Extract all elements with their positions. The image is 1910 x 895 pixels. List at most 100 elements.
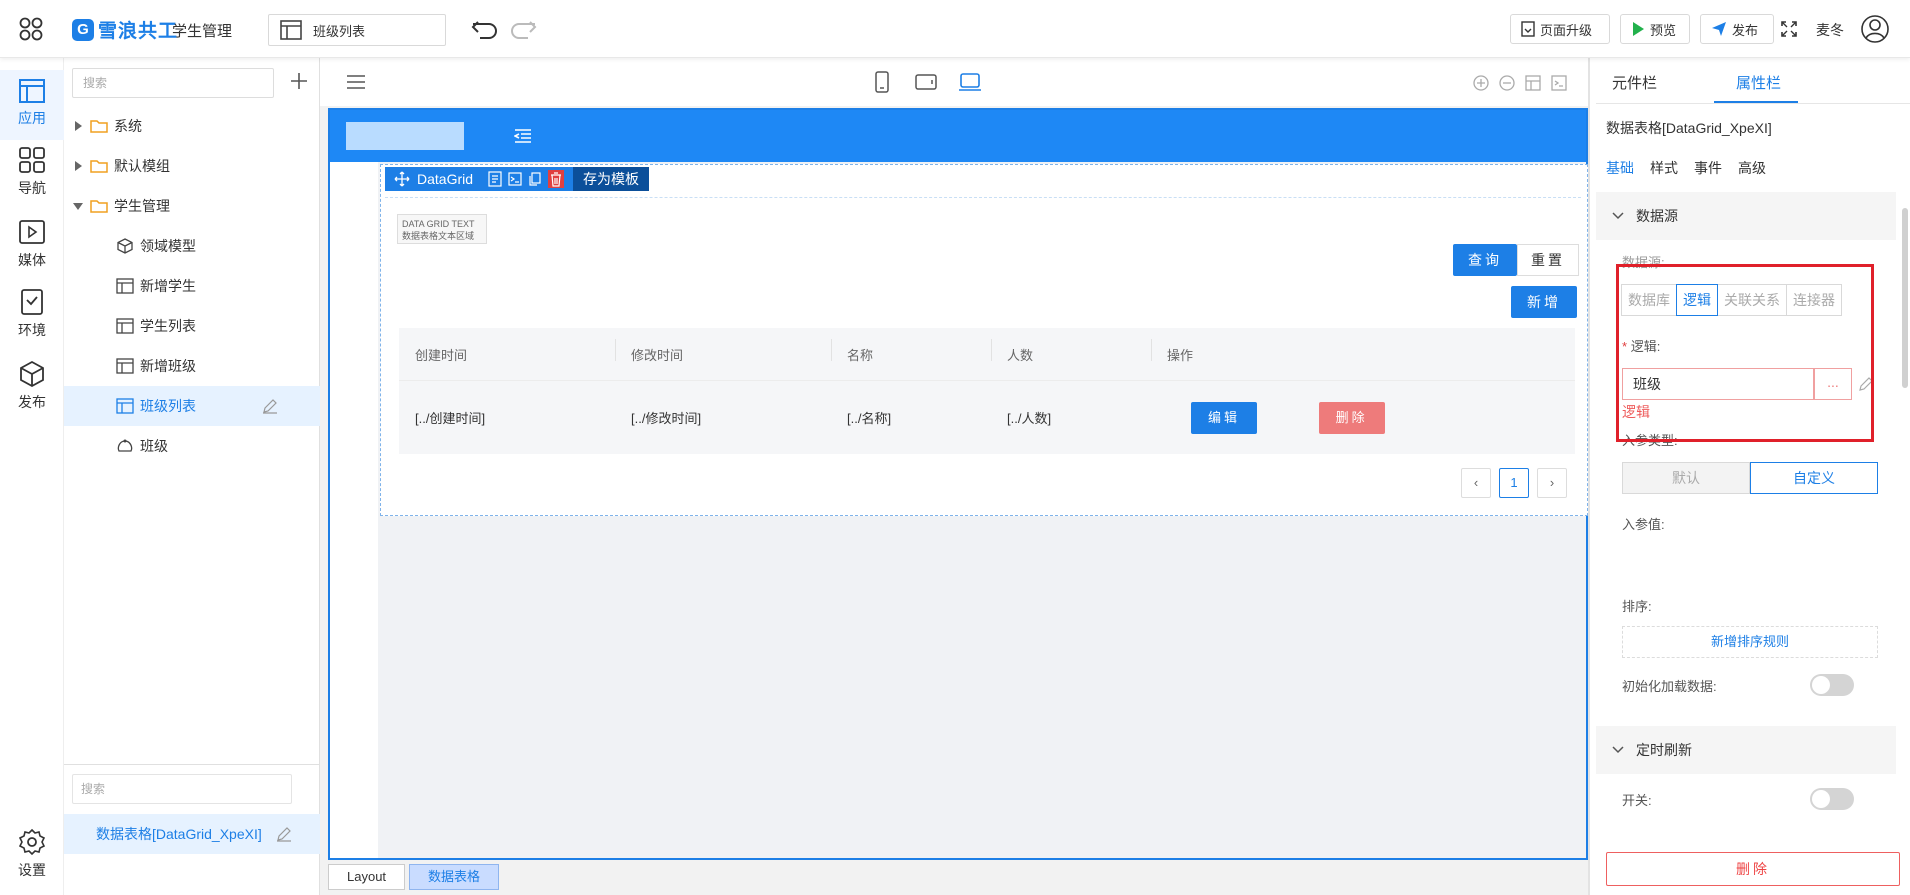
query-button[interactable]: 查询 — [1453, 244, 1517, 276]
tree-item-domain-model[interactable]: 领域模型 — [64, 226, 320, 266]
datasource-option-relation[interactable]: 关联关系 — [1717, 284, 1787, 316]
save-as-template-button[interactable]: 存为模板 — [573, 167, 650, 191]
gear-icon — [18, 828, 46, 856]
rail-item-nav[interactable]: 导航 — [0, 146, 64, 198]
document-icon[interactable] — [488, 171, 502, 187]
datasource-label: 数据源: — [1622, 255, 1665, 270]
caret-right-icon[interactable] — [72, 160, 84, 172]
fullscreen-icon[interactable] — [1780, 20, 1798, 38]
tree-search-input[interactable]: 搜索 — [72, 68, 274, 98]
subtab-advanced[interactable]: 高级 — [1738, 158, 1766, 178]
tablet-device-icon[interactable] — [914, 70, 938, 94]
terminal-icon[interactable] — [508, 172, 522, 186]
publish-button[interactable]: 发布 — [1700, 14, 1774, 44]
component-search-input[interactable]: 搜索 — [72, 774, 292, 804]
tree-item-class-list[interactable]: 班级列表 — [64, 386, 320, 426]
code-icon[interactable] — [1550, 74, 1568, 92]
param-type-default[interactable]: 默认 — [1622, 462, 1750, 494]
tab-components[interactable]: 元件栏 — [1612, 72, 1657, 93]
logic-field[interactable]: 班级 — [1622, 368, 1814, 400]
panel-divider[interactable] — [64, 764, 320, 772]
trash-icon[interactable] — [548, 170, 565, 188]
tree-item-label: 默认模组 — [114, 158, 170, 174]
new-button[interactable]: 新增 — [1511, 286, 1577, 318]
rail-item-app[interactable]: 应用 — [0, 70, 64, 140]
menu-icon[interactable] — [346, 74, 366, 90]
tree-item-class-logic[interactable]: 班级 — [64, 426, 320, 466]
column-header[interactable]: 人数 — [991, 338, 1151, 364]
breadcrumb-item-layout[interactable]: Layout — [328, 864, 406, 890]
page-selector[interactable]: 班级列表 — [268, 14, 446, 46]
column-header[interactable]: 创建时间 — [399, 345, 615, 364]
table-header: 创建时间 修改时间 名称 人数 操作 — [399, 328, 1575, 380]
logic-picker-button[interactable]: ... — [1814, 368, 1852, 400]
column-header[interactable]: 名称 — [831, 338, 991, 364]
rail-item-media[interactable]: 媒体 — [0, 218, 64, 270]
datagrid-drag-handle[interactable]: DataGrid — [385, 167, 479, 191]
subtab-style[interactable]: 样式 — [1650, 158, 1678, 178]
edit-pencil-icon[interactable] — [276, 826, 292, 842]
delete-row-button[interactable]: 删除 — [1318, 401, 1385, 434]
caret-down-icon[interactable] — [72, 200, 84, 212]
init-load-toggle[interactable] — [1810, 674, 1854, 696]
zoom-out-icon[interactable] — [1498, 74, 1516, 92]
subtab-basic[interactable]: 基础 — [1606, 158, 1634, 178]
section-timer-refresh[interactable]: 定时刷新 — [1596, 726, 1896, 774]
design-canvas: DataGrid 存为模板 DATA GRID TEXT 数据表格文本区域 查询… — [320, 58, 1590, 895]
tree-item-add-student[interactable]: 新增学生 — [64, 266, 320, 306]
rail-item-settings[interactable]: 设置 — [0, 828, 64, 880]
edit-button[interactable]: 编辑 — [1191, 401, 1257, 434]
breadcrumb-item-datagrid[interactable]: 数据表格 — [409, 864, 500, 890]
tree-item-default-module[interactable]: 默认模组 — [64, 146, 320, 186]
user-avatar-icon[interactable] — [1860, 14, 1890, 44]
layout-icon[interactable] — [1524, 74, 1542, 92]
datasource-option-database[interactable]: 数据库 — [1621, 284, 1677, 316]
undo-icon[interactable] — [470, 17, 500, 41]
copy-icon[interactable] — [528, 172, 542, 186]
edit-icon[interactable] — [1858, 376, 1874, 392]
panel-tabs: 元件栏 属性栏 — [1596, 58, 1910, 104]
section-datasource[interactable]: 数据源 — [1596, 192, 1896, 240]
tree-item-add-class[interactable]: 新增班级 — [64, 346, 320, 386]
rail-item-nav-label: 导航 — [18, 180, 46, 196]
delete-component-button[interactable]: 删除 — [1606, 852, 1900, 886]
redo-icon[interactable] — [508, 17, 538, 41]
page-upgrade-button[interactable]: 页面升级 — [1510, 14, 1610, 44]
next-page-icon[interactable]: › — [1537, 468, 1567, 498]
caret-right-icon[interactable] — [72, 120, 84, 132]
rail-item-publish[interactable]: 发布 — [0, 360, 64, 412]
prev-page-icon[interactable]: ‹ — [1461, 468, 1491, 498]
datagrid-component[interactable]: DataGrid 存为模板 DATA GRID TEXT 数据表格文本区域 查询… — [380, 164, 1588, 516]
column-header[interactable]: 修改时间 — [615, 338, 831, 364]
preview-button[interactable]: 预览 — [1620, 14, 1690, 44]
tree-item-student-list[interactable]: 学生列表 — [64, 306, 320, 346]
switch-label: 开关: — [1622, 793, 1652, 808]
desktop-device-icon[interactable] — [958, 70, 982, 94]
page-number-current[interactable]: 1 — [1499, 468, 1529, 498]
edit-pencil-icon[interactable] — [262, 398, 278, 414]
subtab-events[interactable]: 事件 — [1694, 158, 1722, 178]
mobile-device-icon[interactable] — [870, 70, 894, 94]
component-title: 数据表格[DataGrid_XpeXI] — [1606, 120, 1772, 136]
reset-button[interactable]: 重置 — [1517, 244, 1579, 276]
component-item-selected[interactable]: 数据表格[DataGrid_XpeXI] — [64, 814, 320, 854]
datasource-option-logic[interactable]: 逻辑 — [1676, 284, 1718, 316]
tree-item-system[interactable]: 系统 — [64, 106, 320, 146]
add-sort-rule-button[interactable]: 新增排序规则 — [1622, 626, 1878, 658]
zoom-in-icon[interactable] — [1472, 74, 1490, 92]
datasource-option-connector[interactable]: 连接器 — [1786, 284, 1842, 316]
add-icon[interactable] — [288, 70, 310, 92]
rail-item-env[interactable]: 环境 — [0, 288, 64, 340]
move-icon[interactable] — [394, 171, 410, 187]
app-grid-icon[interactable] — [16, 14, 46, 44]
indent-icon[interactable] — [514, 128, 532, 144]
tree-item-student-mgmt[interactable]: 学生管理 — [64, 186, 320, 226]
datagrid-text-area[interactable]: DATA GRID TEXT 数据表格文本区域 — [397, 214, 487, 244]
column-header[interactable]: 操作 — [1151, 338, 1575, 364]
tab-properties[interactable]: 属性栏 — [1736, 72, 1781, 93]
param-type-custom[interactable]: 自定义 — [1750, 462, 1878, 494]
property-scrollbar[interactable] — [1902, 208, 1908, 388]
timer-switch-toggle[interactable] — [1810, 788, 1854, 810]
panel-splitter[interactable] — [1588, 58, 1590, 895]
user-name[interactable]: 麦冬 — [1816, 20, 1844, 40]
